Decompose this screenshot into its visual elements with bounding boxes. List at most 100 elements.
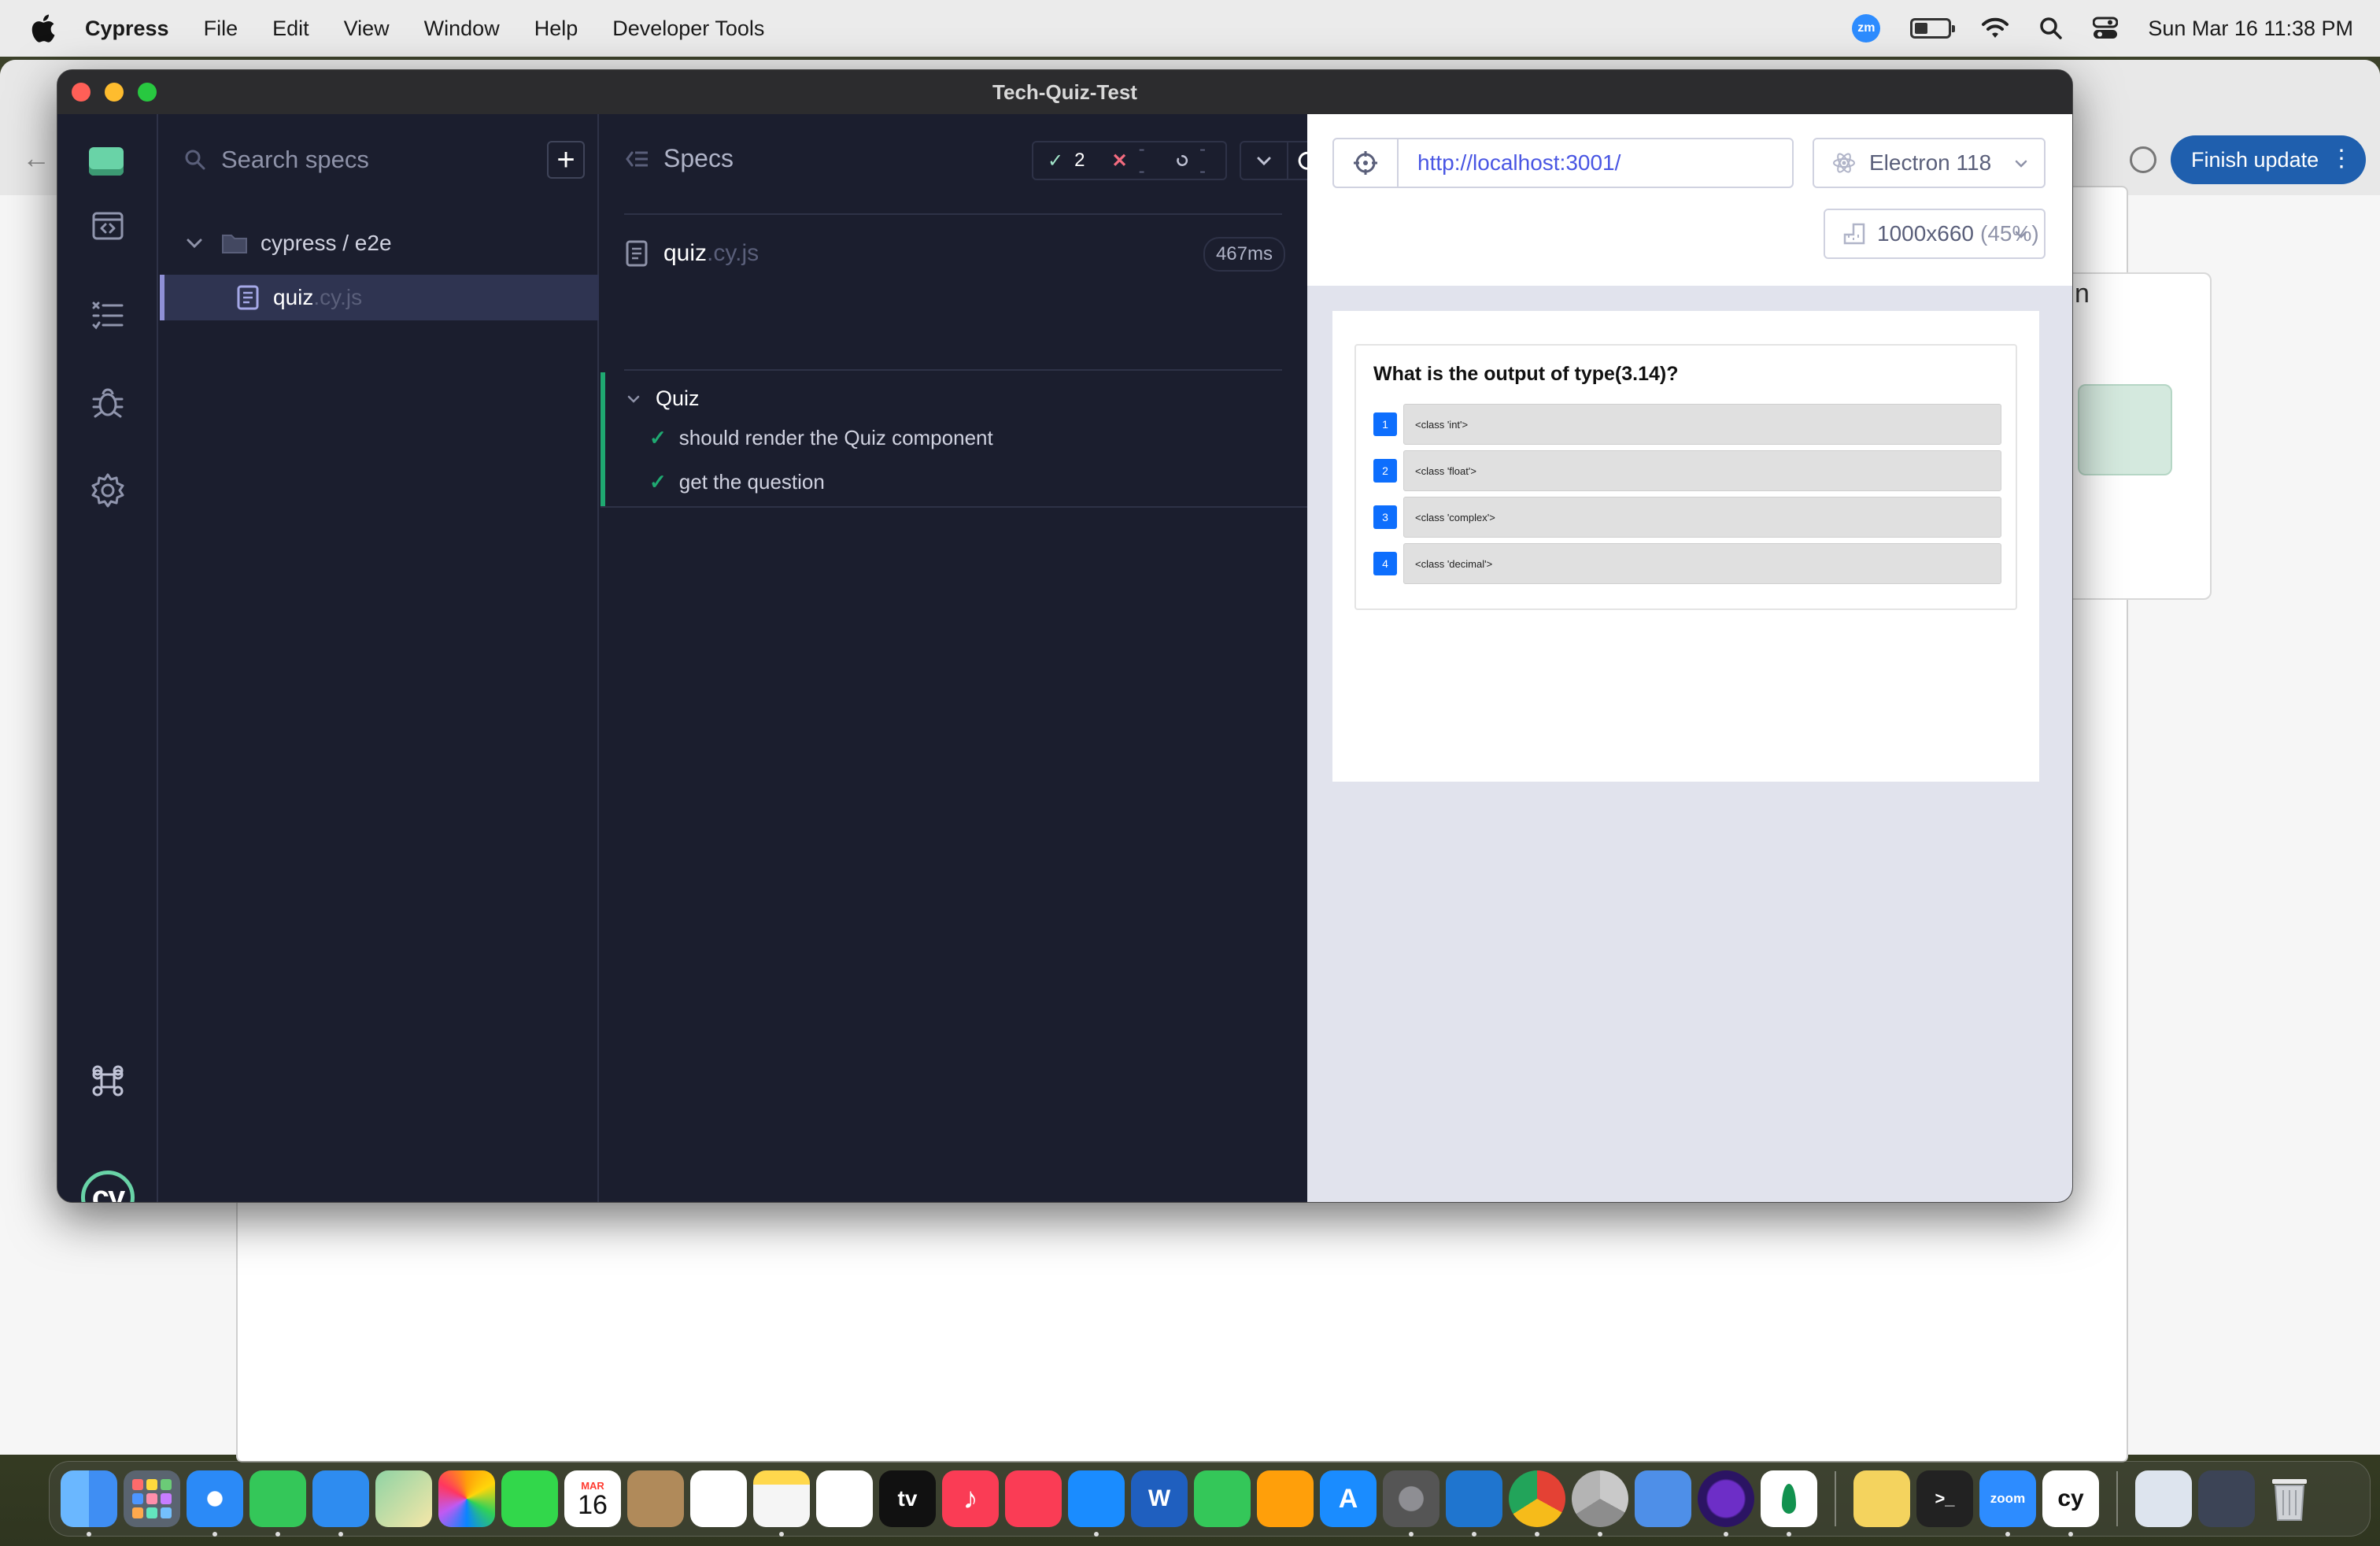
menu-app-name[interactable]: Cypress (85, 17, 169, 41)
spec-file-item[interactable]: quiz .cy.js (160, 275, 599, 320)
finish-update-button[interactable]: Finish update ⋮ (2171, 135, 2366, 184)
aut-url[interactable]: http://localhost:3001/ (1417, 150, 1621, 176)
launchpad-icon[interactable] (124, 1470, 180, 1527)
profile-icon[interactable] (2130, 146, 2156, 173)
quiz-question: What is the output of type(3.14)? (1373, 363, 1679, 385)
facetime-icon[interactable] (501, 1470, 558, 1527)
new-spec-button[interactable]: + (547, 141, 585, 179)
answer-button[interactable]: 1 (1373, 412, 1397, 436)
answer-button[interactable]: 3 (1373, 505, 1397, 529)
spec-folder[interactable]: cypress / e2e (185, 231, 392, 256)
menu-bar: Cypress File Edit View Window Help Devel… (0, 0, 2380, 57)
back-arrow-icon[interactable]: ← (22, 142, 50, 175)
cypress-window: Tech-Quiz-Test cy Search specs + cypress… (57, 69, 2073, 1203)
app-store-icon[interactable]: A (1320, 1470, 1377, 1527)
xcode-icon[interactable] (1635, 1470, 1691, 1527)
command-reporter: Specs ✓ 2 ✕ -- -- quiz .cy.js 467ms Quiz… (601, 114, 1328, 1202)
tor-browser-icon[interactable] (1698, 1470, 1754, 1537)
maximize-window-button[interactable] (138, 83, 157, 102)
zoom-status-icon[interactable]: zm (1852, 14, 1881, 43)
menu-window[interactable]: Window (424, 17, 500, 41)
search-specs-input[interactable] (221, 146, 528, 174)
pass-check-icon: ✓ (649, 470, 667, 494)
aut-toolbar: http://localhost:3001/ Electron 118 1000… (1307, 114, 2072, 286)
freeform-icon[interactable] (816, 1470, 873, 1527)
crosshair-icon (1354, 151, 1377, 175)
downloads-stack-icon[interactable] (2198, 1470, 2255, 1527)
menubar-clock[interactable]: Sun Mar 16 11:38 PM (2148, 17, 2353, 41)
menu-developer-tools[interactable]: Developer Tools (612, 17, 764, 41)
maps-icon[interactable] (375, 1470, 432, 1527)
calendar-icon[interactable]: MAR 16 (564, 1470, 621, 1527)
music-icon[interactable]: ♪ (942, 1470, 999, 1527)
dock-separator (2116, 1471, 2118, 1526)
suite-toggle[interactable]: Quiz (626, 386, 700, 411)
minimize-window-button[interactable] (105, 83, 124, 102)
keyboard-shortcuts-icon[interactable] (89, 1062, 127, 1100)
numbers-icon[interactable] (1194, 1470, 1251, 1527)
trash-icon[interactable] (2261, 1470, 2318, 1527)
news-icon[interactable] (1005, 1470, 1062, 1527)
keynote-icon[interactable] (1068, 1470, 1125, 1537)
tv-icon[interactable]: tv (879, 1470, 936, 1527)
answer-option: 1 <class 'int'> (1373, 404, 2001, 445)
contacts-icon[interactable] (627, 1470, 684, 1527)
browser-selector[interactable]: Electron 118 (1813, 138, 2046, 188)
vscode-icon[interactable] (1446, 1470, 1502, 1537)
project-logo-icon[interactable] (89, 147, 124, 176)
chrome-icon[interactable] (1509, 1470, 1565, 1537)
menu-help[interactable]: Help (534, 17, 578, 41)
suite-status-bar (601, 372, 605, 506)
apple-icon[interactable] (31, 14, 55, 43)
photos-icon[interactable] (438, 1470, 495, 1527)
cypress-dock-label: cy (2057, 1485, 2084, 1511)
test-item[interactable]: ✓ get the question (649, 470, 825, 494)
runs-nav-icon[interactable] (89, 295, 127, 333)
battery-icon[interactable] (1910, 18, 1956, 39)
notes-icon[interactable] (753, 1470, 810, 1537)
specs-toggle[interactable]: Specs (626, 144, 734, 173)
finder-icon[interactable] (61, 1470, 117, 1537)
messages-icon[interactable] (249, 1470, 306, 1537)
test-item[interactable]: ✓ should render the Quiz component (649, 426, 993, 450)
wifi-icon[interactable] (1981, 17, 2009, 39)
specs-nav-icon[interactable] (89, 207, 127, 245)
menu-view[interactable]: View (344, 17, 390, 41)
word-icon[interactable]: W (1131, 1470, 1188, 1527)
stickies-icon[interactable] (1853, 1470, 1910, 1527)
cypress-dock-icon[interactable]: cy (2042, 1470, 2099, 1537)
cypress-logo-text: cy (91, 1179, 125, 1203)
zoom-icon[interactable]: zoom (1979, 1470, 2036, 1537)
spotlight-search-icon[interactable] (2039, 17, 2063, 40)
passed-check-icon: ✓ (1048, 150, 1064, 172)
mongodb-icon[interactable] (1761, 1470, 1817, 1537)
mail-icon[interactable] (312, 1470, 369, 1537)
search-row: + (183, 141, 585, 179)
control-center-icon[interactable] (2093, 17, 2119, 40)
aut-iframe: What is the output of type(3.14)? 1 <cla… (1332, 311, 2039, 782)
cypress-logo-icon[interactable]: cy (81, 1171, 135, 1203)
close-window-button[interactable] (72, 83, 91, 102)
answer-button[interactable]: 4 (1373, 552, 1397, 575)
viewport-selector[interactable]: 1000x660 (45%) (1824, 209, 2046, 259)
more-vert-icon: ⋮ (2330, 146, 2353, 172)
reminders-icon[interactable] (690, 1470, 747, 1527)
answer-option: 4 <class 'decimal'> (1373, 543, 2001, 584)
zoom-status-label: zm (1857, 21, 1876, 35)
archive-icon[interactable] (2135, 1470, 2192, 1527)
settings-nav-icon[interactable] (89, 472, 127, 509)
chrome-dev-icon[interactable] (1572, 1470, 1628, 1537)
dock: MAR 16 tv ♪ W A >_ zoom cy (49, 1461, 2371, 1537)
system-settings-icon[interactable] (1383, 1470, 1439, 1537)
debug-nav-icon[interactable] (89, 383, 127, 421)
selector-playground-button[interactable] (1334, 139, 1399, 187)
menu-file[interactable]: File (204, 17, 238, 41)
terminal-icon[interactable]: >_ (1916, 1470, 1973, 1527)
viewport-scale: (45%) (1980, 221, 2039, 246)
pages-icon[interactable] (1257, 1470, 1314, 1527)
collapse-all-button[interactable] (1240, 141, 1288, 180)
menu-edit[interactable]: Edit (272, 17, 309, 41)
background-partial-text: n (2075, 279, 2090, 309)
safari-icon[interactable] (187, 1470, 243, 1537)
answer-button[interactable]: 2 (1373, 459, 1397, 483)
